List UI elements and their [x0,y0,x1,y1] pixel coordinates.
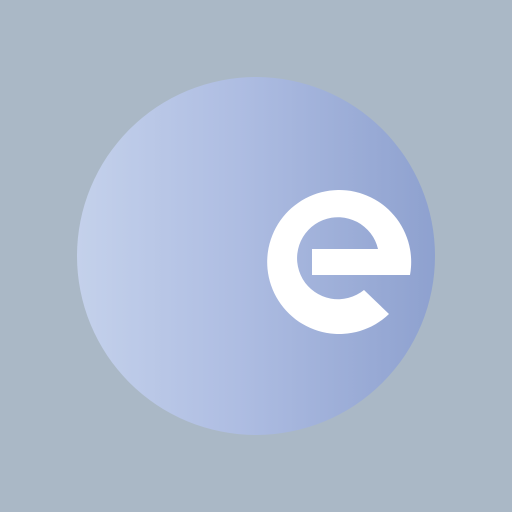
app-icon [0,0,512,512]
e-logo [0,0,512,512]
